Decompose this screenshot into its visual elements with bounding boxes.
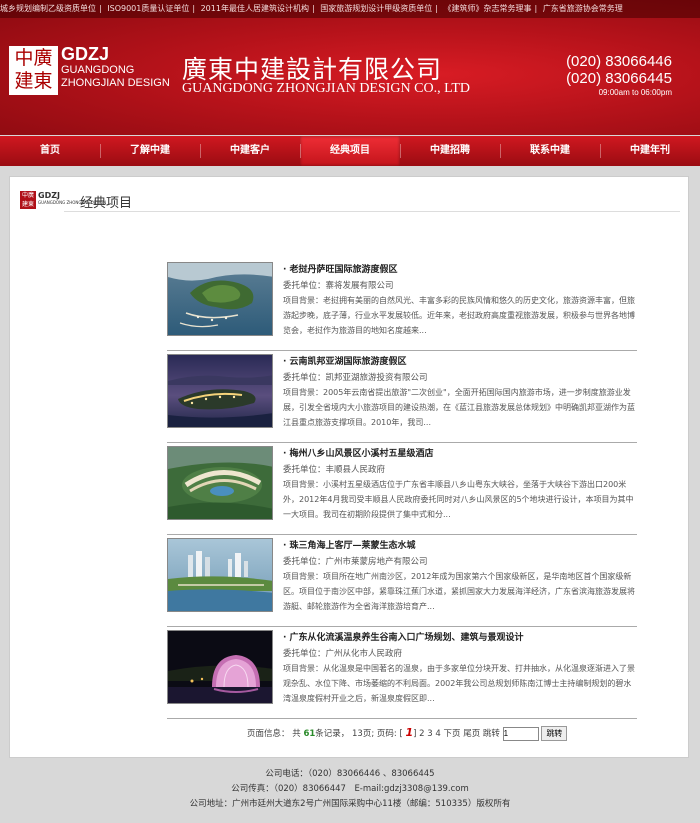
main-nav: 首页 了解中建 中建客户 经典项目 中建招聘 联系中建 中建年刊	[0, 136, 700, 166]
project-info: · 梅州八乡山风景区小溪村五星级酒店 委托单位：丰顺县人民政府 项目背景：小溪村…	[283, 447, 637, 537]
pager-jump-input[interactable]	[502, 726, 539, 741]
pager-text: 条记录，	[315, 729, 350, 739]
project-client: 委托单位：凯邦亚湖旅游投资有限公司	[283, 373, 428, 383]
footer-address: 公司地址：广州市廷州大道东2号广州国际采购中心11楼（邮编：510335）版权所…	[189, 799, 511, 809]
site-header: 城乡规划编制乙级资质单位 | ISO9001质量认证单位 | 2011年最佳人居建筑…	[0, 0, 700, 135]
project-info: · 老挝丹萨旺国际旅游度假区 委托单位：寨将发展有限公司 项目背景：老挝拥有美丽…	[283, 263, 637, 353]
project-thumbnail[interactable]	[167, 262, 273, 336]
pager-text: 页; 页码: [	[362, 729, 403, 739]
site-footer: 公司电话：（020）83066446 、83066445 公司传真：（020）8…	[0, 763, 700, 823]
nav-item-home[interactable]: 首页	[0, 136, 100, 166]
project-desc: 项目背景：项目所在地广州南沙区，2012年成为国家第六个国家级新区，是华南地区首…	[283, 572, 635, 611]
project-client: 委托单位：广州市莱蒙房地产有限公司	[283, 557, 428, 567]
pager-current: 1	[405, 726, 414, 739]
nav-item-clients[interactable]: 中建客户	[200, 136, 300, 166]
ticker-item[interactable]: 城乡规划编制乙级资质单位	[0, 4, 96, 13]
company-logo-mark[interactable]: 中廣建東	[9, 46, 58, 95]
pager-text: 共	[292, 729, 301, 739]
project-title[interactable]: · 老挝丹萨旺国际旅游度假区	[283, 263, 637, 277]
project-desc: 项目背景：小溪村五星级酒店位于广东省丰顺县八乡山粤东大峡谷，坐落于大峡谷下游出口…	[283, 480, 634, 519]
project-thumbnail[interactable]	[167, 538, 273, 612]
project-item: · 云南凯邦亚湖国际旅游度假区 委托单位：凯邦亚湖旅游投资有限公司 项目背景：2…	[167, 351, 637, 443]
ticker-item[interactable]: 广东省旅游协会常务理	[543, 4, 623, 13]
ticker-bar: 城乡规划编制乙级资质单位 | ISO9001质量认证单位 | 2011年最佳人居建筑…	[0, 0, 700, 18]
logo-abbr: GDZJ	[61, 44, 110, 64]
project-desc: 项目背景：2005年云南省提出旅游"二次创业"，全面开拓国际国内旅游市场，进一步…	[283, 388, 635, 427]
project-item: · 老挝丹萨旺国际旅游度假区 委托单位：寨将发展有限公司 项目背景：老挝拥有美丽…	[167, 259, 637, 351]
project-title[interactable]: · 广东从化流溪温泉养生谷南入口广场规划、建筑与景观设计	[283, 631, 637, 645]
ticker-item[interactable]: 2011年最佳人居建筑设计机构	[201, 4, 309, 13]
project-item: · 梅州八乡山风景区小溪村五星级酒店 委托单位：丰顺县人民政府 项目背景：小溪村…	[167, 443, 637, 535]
pagination: 页面信息： 共 61条记录， 13页; 页码: [ 1] 2 3 4 下页 尾页…	[247, 726, 568, 741]
project-client: 委托单位：广州从化市人民政府	[283, 649, 403, 659]
nav-item-annual[interactable]: 中建年刊	[600, 136, 700, 166]
project-title[interactable]: · 珠三角海上客厅—莱蒙生态水城	[283, 539, 637, 553]
nav-item-careers[interactable]: 中建招聘	[400, 136, 500, 166]
project-list: · 老挝丹萨旺国际旅游度假区 委托单位：寨将发展有限公司 项目背景：老挝拥有美丽…	[167, 259, 637, 719]
pager-label: 页面信息：	[247, 729, 290, 739]
section-title: 经典项目	[80, 196, 133, 211]
logo-line-2: ZHONGJIAN DESIGN	[61, 77, 170, 89]
phone-1: (020) 83066446	[566, 53, 672, 70]
nav-item-projects[interactable]: 经典项目	[300, 136, 400, 166]
pager-total: 61	[303, 729, 316, 739]
project-client: 委托单位：丰顺县人民政府	[283, 465, 386, 475]
project-info: · 珠三角海上客厅—莱蒙生态水城 委托单位：广州市莱蒙房地产有限公司 项目背景：…	[283, 539, 637, 629]
project-title[interactable]: · 云南凯邦亚湖国际旅游度假区	[283, 355, 637, 369]
nav-item-about[interactable]: 了解中建	[100, 136, 200, 166]
project-thumbnail[interactable]	[167, 630, 273, 704]
project-desc: 项目背景：老挝拥有美丽的自然风光、丰富多彩的民族风情和悠久的历史文化，旅游资源丰…	[283, 296, 635, 335]
contact-phones: (020) 83066446 (020) 83066445 09:00am to…	[566, 53, 672, 97]
nav-item-contact[interactable]: 联系中建	[500, 136, 600, 166]
project-thumbnail[interactable]	[167, 446, 273, 520]
section-logo-abbr: GDZJ	[38, 191, 60, 200]
footer-phone: 公司电话：（020）83066446 、83066445	[265, 769, 435, 779]
pager-links[interactable]: ] 2 3 4 下页 尾页 跳转	[413, 729, 500, 739]
section-header: 中廣 建東 GDZJ GUANGDONG ZHONGJIAN DESIGN 经典项…	[20, 189, 680, 213]
project-info: · 广东从化流溪温泉养生谷南入口广场规划、建筑与景观设计 委托单位：广州从化市人…	[283, 631, 637, 721]
project-client: 委托单位：寨将发展有限公司	[283, 281, 394, 291]
company-name-en: GUANGDONG ZHONGJIAN DESIGN CO., LTD	[182, 81, 471, 96]
main-content: 中廣 建東 GDZJ GUANGDONG ZHONGJIAN DESIGN 经典项…	[9, 176, 689, 758]
logo-line-1: GUANGDONG	[61, 64, 135, 76]
ticker-item[interactable]: ISO9001质量认证单位	[107, 4, 189, 13]
section-logo: 中廣 建東 GDZJ GUANGDONG ZHONGJIAN DESIGN	[20, 191, 106, 209]
pager-page-count: 13	[352, 729, 363, 739]
footer-fax-email: 公司传真：（020）83066447 E-mail:gdzj3308@139.c…	[231, 784, 469, 794]
ticker-item[interactable]: 《建筑师》杂志常务理事	[443, 4, 531, 13]
project-thumbnail[interactable]	[167, 354, 273, 428]
section-logo-mark: 中廣 建東	[20, 191, 36, 209]
section-divider	[64, 211, 680, 212]
pager-jump-button[interactable]: 跳转	[541, 726, 568, 741]
project-desc: 项目背景：从化温泉是中国著名的温泉，由于多家单位分块开发、打井抽水，从化温泉逐渐…	[283, 664, 635, 703]
project-item: · 广东从化流溪温泉养生谷南入口广场规划、建筑与景观设计 委托单位：广州从化市人…	[167, 627, 637, 719]
project-title[interactable]: · 梅州八乡山风景区小溪村五星级酒店	[283, 447, 637, 461]
phone-2: (020) 83066445	[566, 70, 672, 87]
ticker-item[interactable]: 国家旅游规划设计甲级资质单位	[320, 4, 432, 13]
project-item: · 珠三角海上客厅—莱蒙生态水城 委托单位：广州市莱蒙房地产有限公司 项目背景：…	[167, 535, 637, 627]
company-logo-text: GDZJ GUANGDONG ZHONGJIAN DESIGN	[61, 45, 170, 90]
project-info: · 云南凯邦亚湖国际旅游度假区 委托单位：凯邦亚湖旅游投资有限公司 项目背景：2…	[283, 355, 637, 445]
office-hours: 09:00am to 06:00pm	[598, 88, 672, 97]
